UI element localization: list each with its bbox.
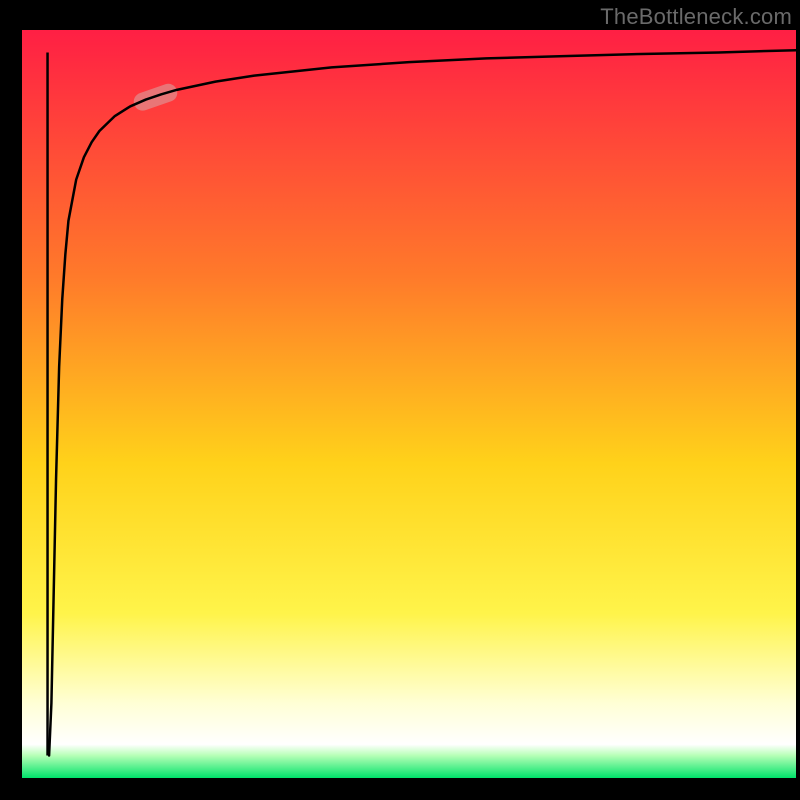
watermark-text: TheBottleneck.com xyxy=(600,4,792,30)
plot-area xyxy=(22,30,796,778)
chart-container: TheBottleneck.com xyxy=(0,0,800,800)
chart-svg xyxy=(0,0,800,800)
